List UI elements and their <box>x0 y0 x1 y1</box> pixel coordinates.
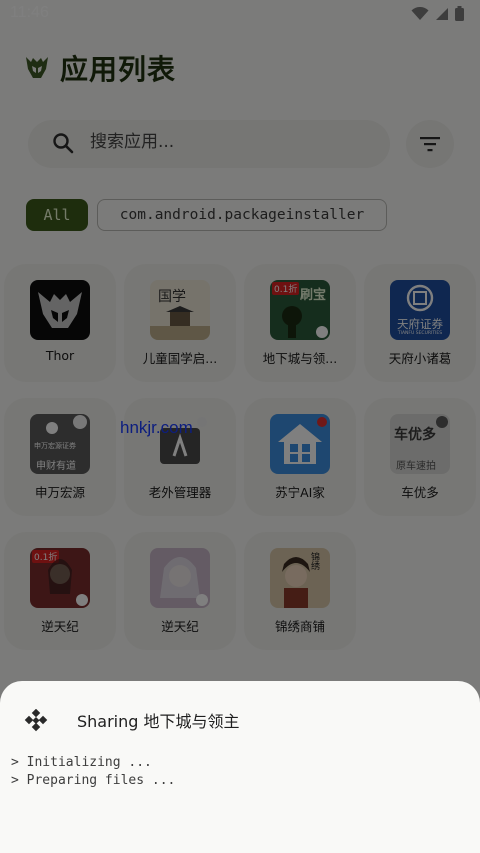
app-label: 车优多 <box>401 485 439 500</box>
app-card-dungeon[interactable]: 0.1折 刷宝 地下城与领... <box>244 264 356 382</box>
cheyouduo-icon: 车优多 原车速拍 <box>390 414 450 474</box>
app-label: 苏宁AI家 <box>275 485 325 500</box>
nitianji-icon-1: 0.1折 <box>30 548 90 608</box>
nitianji-icon-2 <box>150 548 210 608</box>
filter-chip-all[interactable]: All <box>26 199 88 231</box>
app-card-laowai[interactable]: 老外管理器 <box>124 398 236 516</box>
status-time: 11:46 <box>10 4 49 21</box>
search-bar[interactable] <box>28 120 390 168</box>
app-label: 地下城与领... <box>262 351 338 366</box>
app-card-cheyouduo[interactable]: 车优多 原车速拍 车优多 <box>364 398 476 516</box>
app-label: Thor <box>45 348 75 363</box>
app-label: 申万宏源 <box>34 485 85 500</box>
share-bottom-sheet: Sharing 地下城与领主 > Initializing ... > Prep… <box>0 681 480 853</box>
dungeon-icon: 0.1折 刷宝 <box>270 280 330 340</box>
app-card-nitianji-1[interactable]: 0.1折 逆天纪 <box>4 532 116 650</box>
app-card-suning[interactable]: 苏宁AI家 <box>244 398 356 516</box>
thor-helmet-icon <box>30 280 90 340</box>
filter-button[interactable] <box>406 120 454 168</box>
log-line: > Initializing ... <box>11 755 152 770</box>
helmet-logo-icon <box>26 57 48 78</box>
sharing-log: > Initializing ... > Preparing files ... <box>11 754 175 790</box>
guoxue-icon: 国学 <box>150 280 210 340</box>
app-card-guoxue[interactable]: 国学 儿童国学启... <box>124 264 236 382</box>
status-icons <box>411 6 464 21</box>
jinxiu-shop-icon: 锦绣 <box>270 548 330 608</box>
app-bar: 应用列表 <box>0 40 480 96</box>
app-label: 儿童国学启... <box>142 351 218 366</box>
log-line: > Preparing files ... <box>11 773 176 788</box>
app-label: 逆天纪 <box>161 619 199 634</box>
battery-icon <box>455 6 464 21</box>
filter-icon <box>420 137 440 152</box>
signal-icon <box>436 7 448 20</box>
sheet-title: Sharing 地下城与领主 <box>77 712 240 731</box>
app-card-thor[interactable]: Thor <box>4 264 116 382</box>
search-icon <box>53 133 74 154</box>
status-bar: 11:46 <box>0 0 480 28</box>
watermark-text: hnkjr.com <box>120 418 193 437</box>
share-dots-icon <box>24 709 48 732</box>
app-label: 老外管理器 <box>148 485 212 500</box>
app-card-jinxiu[interactable]: 锦绣 锦绣商铺 <box>244 532 356 650</box>
filter-chip-package[interactable]: com.android.packageinstaller <box>97 199 387 231</box>
tianfu-securities-icon: 天府证券 TIANFU SECURITIES <box>390 280 450 340</box>
app-label: 锦绣商铺 <box>274 619 325 634</box>
app-card-shenwan[interactable]: 申万宏源证券 申财有道 申万宏源 <box>4 398 116 516</box>
app-label: 逆天纪 <box>41 619 79 634</box>
page-title: 应用列表 <box>60 53 177 86</box>
suning-home-icon <box>270 414 330 474</box>
search-input[interactable] <box>90 132 370 152</box>
app-card-tianfu[interactable]: 天府证券 TIANFU SECURITIES 天府小诸葛 <box>364 264 476 382</box>
app-label: 天府小诸葛 <box>388 351 452 366</box>
app-card-nitianji-2[interactable]: 逆天纪 <box>124 532 236 650</box>
wifi-icon <box>411 6 429 20</box>
shenwan-icon: 申万宏源证券 申财有道 <box>30 414 90 474</box>
